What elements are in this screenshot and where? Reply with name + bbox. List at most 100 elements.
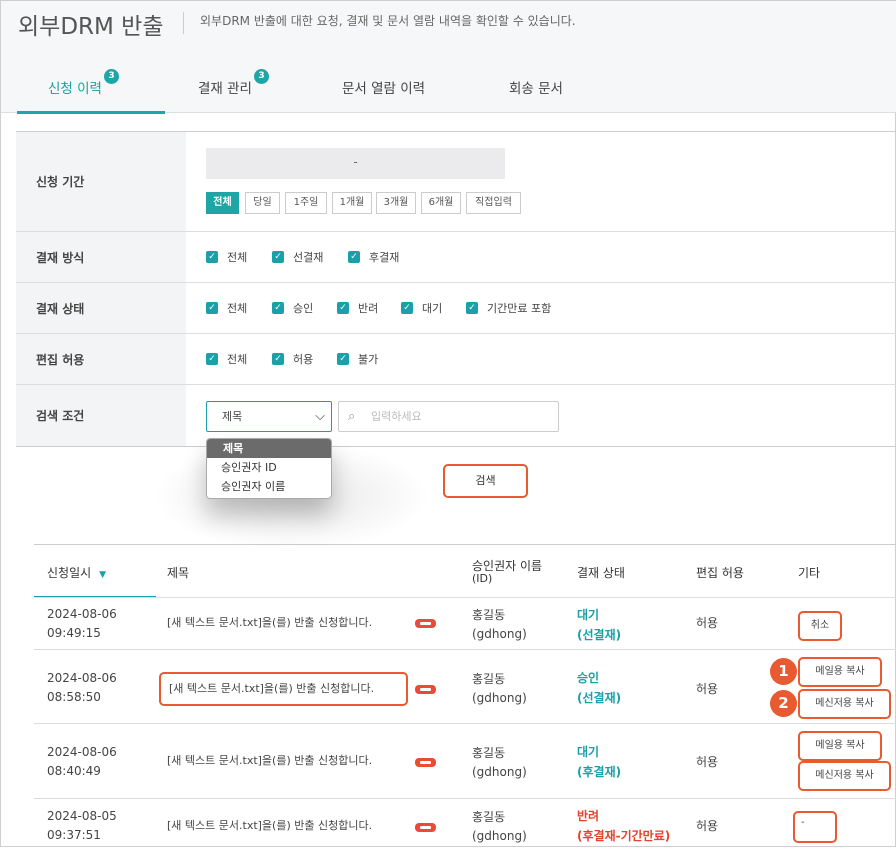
checkbox-status-approved[interactable]: ✓ 승인 (272, 300, 313, 316)
checkbox-status-pending[interactable]: ✓ 대기 (401, 300, 442, 316)
table-row-title[interactable]: [새 텍스트 문서.txt]을(를) 반출 신청합니다. (159, 672, 408, 706)
tag-icon (415, 685, 436, 694)
checkbox-status-all[interactable]: ✓ 전체 (206, 300, 247, 316)
header-etc: 기타 (798, 566, 821, 580)
row-divider (186, 384, 896, 385)
period-button-custom[interactable]: 직접입력 (466, 192, 521, 214)
tag-icon (415, 823, 436, 832)
header-title: 제목 (167, 566, 190, 580)
row-divider (186, 333, 896, 334)
tab-request-history[interactable]: 신청 이력3 (48, 69, 119, 97)
tab-document-view-history[interactable]: 문서 열람 이력 (342, 77, 425, 97)
period-label: 신청 기간 (16, 132, 186, 232)
checkbox-edit-all[interactable]: ✓ 전체 (206, 351, 247, 367)
table-row-status: 대기 (577, 608, 600, 622)
header-edit: 편집 허용 (696, 566, 744, 580)
sort-down-icon: ▼ (99, 570, 107, 580)
table-row-approver-id: (gdhong) (472, 829, 527, 843)
row-divider (186, 231, 896, 232)
dropdown-option-approver-name[interactable]: 승인권자 이름 (207, 477, 331, 496)
cancel-button[interactable]: 취소 (798, 611, 842, 641)
period-button-all[interactable]: 전체 (206, 192, 239, 214)
table-row-status-sub: (선결재) (577, 691, 622, 705)
copy-for-mail-button[interactable]: 메일용 복사 (798, 731, 882, 761)
header-status: 결재 상태 (577, 566, 625, 580)
copy-for-messenger-button[interactable]: 메신저용 복사 (798, 689, 891, 719)
check-icon: ✓ (272, 353, 284, 365)
table-row-time: 09:49:15 (47, 626, 101, 640)
search-type-select[interactable]: 제목 ⌵ (206, 401, 332, 432)
check-icon: ✓ (206, 251, 218, 263)
search-type-dropdown: 제목 승인권자 ID 승인권자 이름 (206, 438, 332, 499)
table-row-status: 승인 (577, 671, 600, 685)
check-icon: ✓ (348, 251, 360, 263)
table-row-title[interactable]: [새 텍스트 문서.txt]을(를) 반출 신청합니다. (167, 614, 372, 632)
search-condition-label: 검색 조건 (16, 385, 186, 446)
search-input[interactable]: ⌕ 입력하세요 (338, 401, 559, 432)
page-header: 외부DRM 반출 외부DRM 반출에 대한 요청, 결재 및 문서 열람 내역을… (1, 1, 896, 112)
check-icon: ✓ (272, 302, 284, 314)
check-icon: ✓ (206, 353, 218, 365)
checkbox-method-post[interactable]: ✓ 후결재 (348, 249, 399, 265)
header-approver-sub: (ID) (472, 572, 493, 585)
tag-icon (415, 619, 436, 628)
callout-1: 1 (770, 658, 797, 685)
table-row-title[interactable]: [새 텍스트 문서.txt]을(를) 반출 신청합니다. (167, 817, 372, 835)
check-icon: ✓ (206, 302, 218, 314)
table-row-approver: 홍길동 (472, 810, 506, 824)
copy-for-mail-button[interactable]: 메일용 복사 (798, 657, 882, 687)
table-row-date: 2024-08-06 (47, 607, 117, 621)
table-row-edit: 허용 (696, 819, 719, 833)
tab-returned-documents[interactable]: 회송 문서 (509, 77, 563, 97)
table-row-time: 08:58:50 (47, 690, 101, 704)
approval-status-label: 결재 상태 (16, 283, 186, 334)
table-row-time: 09:37:51 (47, 828, 101, 842)
table-row-status: 대기 (577, 745, 600, 759)
check-icon: ✓ (337, 302, 349, 314)
search-button[interactable]: 검색 (443, 464, 528, 498)
period-button-today[interactable]: 당일 (245, 192, 280, 214)
checkbox-status-include-expired[interactable]: ✓ 기간만료 포함 (466, 300, 551, 316)
check-icon: ✓ (272, 251, 284, 263)
table-row-date: 2024-08-05 (47, 809, 117, 823)
table-row-approver-id: (gdhong) (472, 765, 527, 779)
table-row-approver: 홍길동 (472, 746, 506, 760)
table-row-approver: 홍길동 (472, 608, 506, 622)
period-button-3month[interactable]: 3개월 (376, 192, 416, 214)
table-row-approver-id: (gdhong) (472, 627, 527, 641)
date-range-input[interactable]: - (206, 148, 505, 179)
period-button-1month[interactable]: 1개월 (332, 192, 372, 214)
checkbox-method-pre[interactable]: ✓ 선결재 (272, 249, 323, 265)
copy-for-messenger-button[interactable]: 메신저용 복사 (798, 761, 891, 791)
check-icon: ✓ (466, 302, 478, 314)
table-row-title[interactable]: [새 텍스트 문서.txt]을(를) 반출 신청합니다. (167, 752, 372, 770)
row-divider (34, 649, 896, 650)
approval-method-label: 결재 방식 (16, 232, 186, 283)
table-row-time: 08:40:49 (47, 764, 101, 778)
header-date[interactable]: 신청일시 ▼ (47, 564, 106, 581)
page-description: 외부DRM 반출에 대한 요청, 결재 및 문서 열람 내역을 확인할 수 있습… (200, 14, 576, 28)
table-header-divider (34, 597, 896, 598)
checkbox-status-rejected[interactable]: ✓ 반려 (337, 300, 378, 316)
callout-2: 2 (770, 690, 797, 717)
table-row-edit: 허용 (696, 616, 719, 630)
checkbox-edit-allowed[interactable]: ✓ 허용 (272, 351, 313, 367)
tab-badge: 3 (103, 69, 119, 84)
period-button-1week[interactable]: 1주일 (285, 192, 327, 214)
checkbox-method-all[interactable]: ✓ 전체 (206, 249, 247, 265)
check-icon: ✓ (401, 302, 413, 314)
dropdown-option-approver-id[interactable]: 승인권자 ID (207, 458, 331, 477)
tab-approval-management[interactable]: 결재 관리3 (198, 69, 269, 97)
checkbox-edit-denied[interactable]: ✓ 불가 (337, 351, 378, 367)
table-row-edit: 허용 (696, 755, 719, 769)
check-icon: ✓ (337, 353, 349, 365)
search-icon: ⌕ (348, 409, 356, 424)
period-button-6month[interactable]: 6개월 (421, 192, 461, 214)
table-row-status-sub: (후결재-기간만료) (577, 829, 671, 843)
row-divider (34, 723, 896, 724)
tag-icon (415, 758, 436, 767)
chevron-down-icon: ⌵ (315, 409, 325, 424)
table-row-status-sub: (선결재) (577, 628, 622, 642)
dropdown-option-title[interactable]: 제목 (207, 439, 331, 458)
table-row-date: 2024-08-06 (47, 745, 117, 759)
